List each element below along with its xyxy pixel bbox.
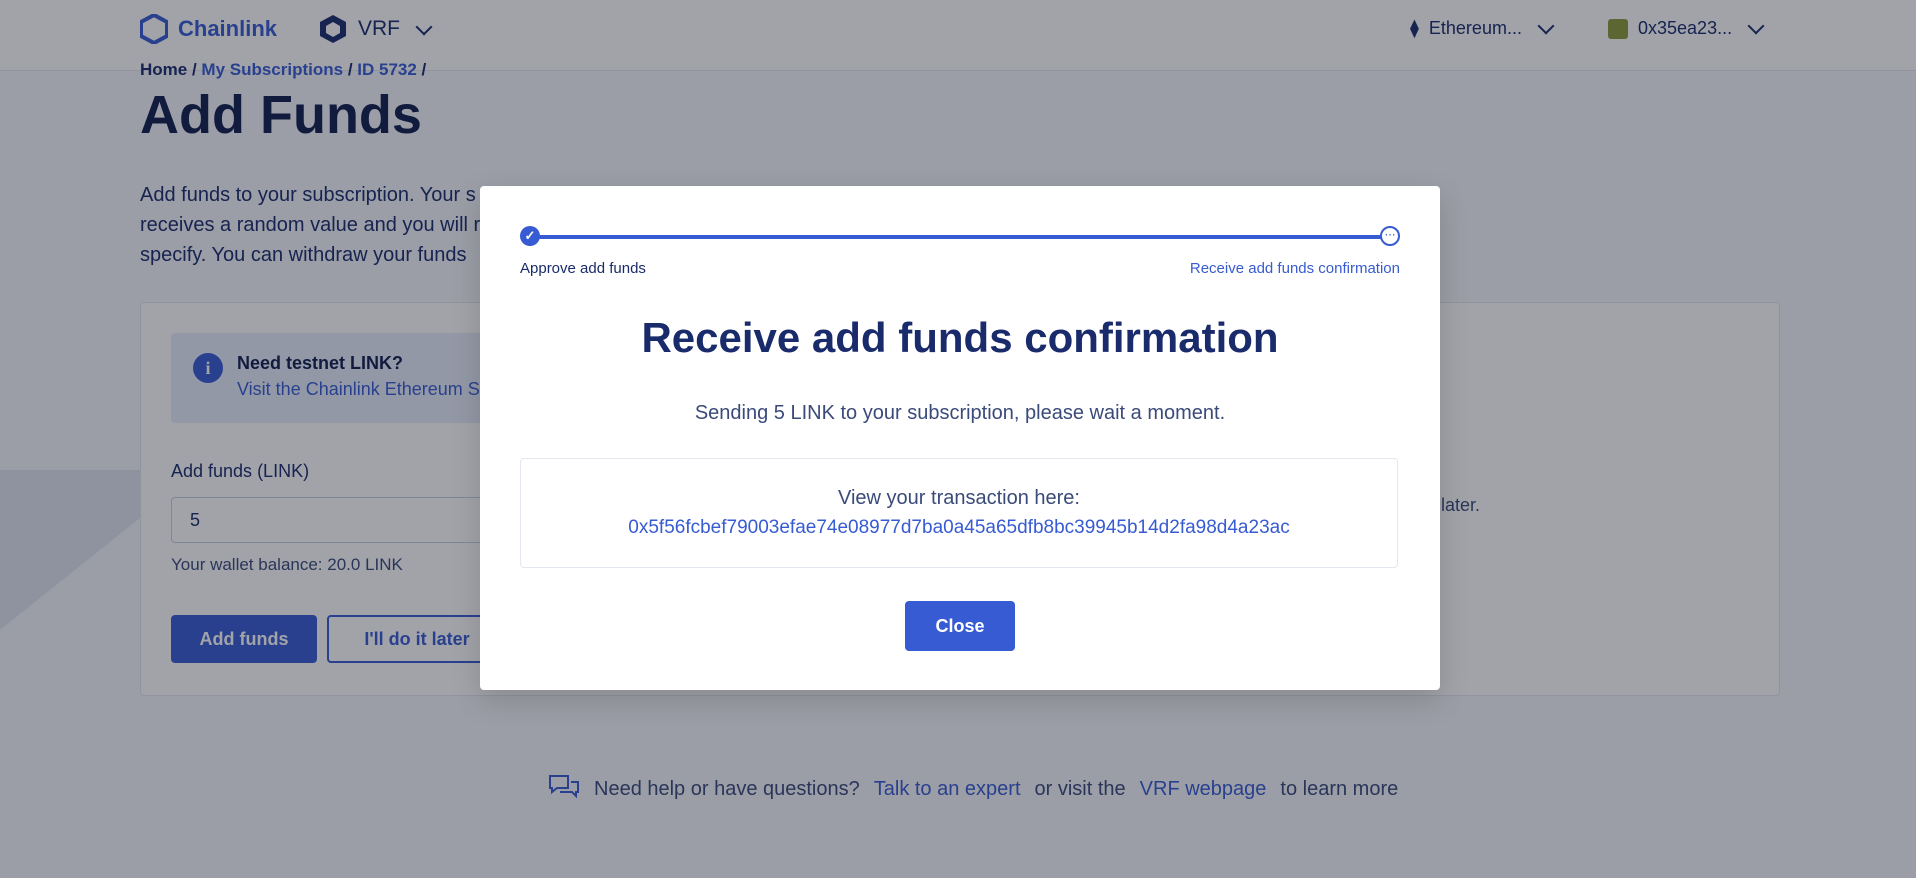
close-button[interactable]: Close [905, 601, 1015, 651]
modal-title: Receive add funds confirmation [641, 314, 1279, 361]
step-label-approve: Approve add funds [520, 260, 646, 277]
pending-dots-icon: ⋯ [1380, 226, 1400, 246]
stepper-track [530, 235, 1390, 239]
add-funds-confirmation-modal: ✓ ⋯ Approve add funds Receive add funds … [480, 186, 1440, 690]
modal-subtitle: Sending 5 LINK to your subscription, ple… [694, 402, 1226, 424]
transaction-box: View your transaction here: 0x5f56fcbef7… [520, 458, 1398, 568]
transaction-label: View your transaction here: [838, 487, 1080, 509]
step-label-confirm: Receive add funds confirmation [1189, 260, 1400, 277]
check-icon: ✓ [520, 226, 540, 246]
transaction-hash-link[interactable]: 0x5f56fcbef79003efae74e08977d7ba0a45a65d… [521, 517, 1397, 539]
progress-stepper: ✓ ⋯ Approve add funds Receive add funds … [520, 226, 1400, 286]
